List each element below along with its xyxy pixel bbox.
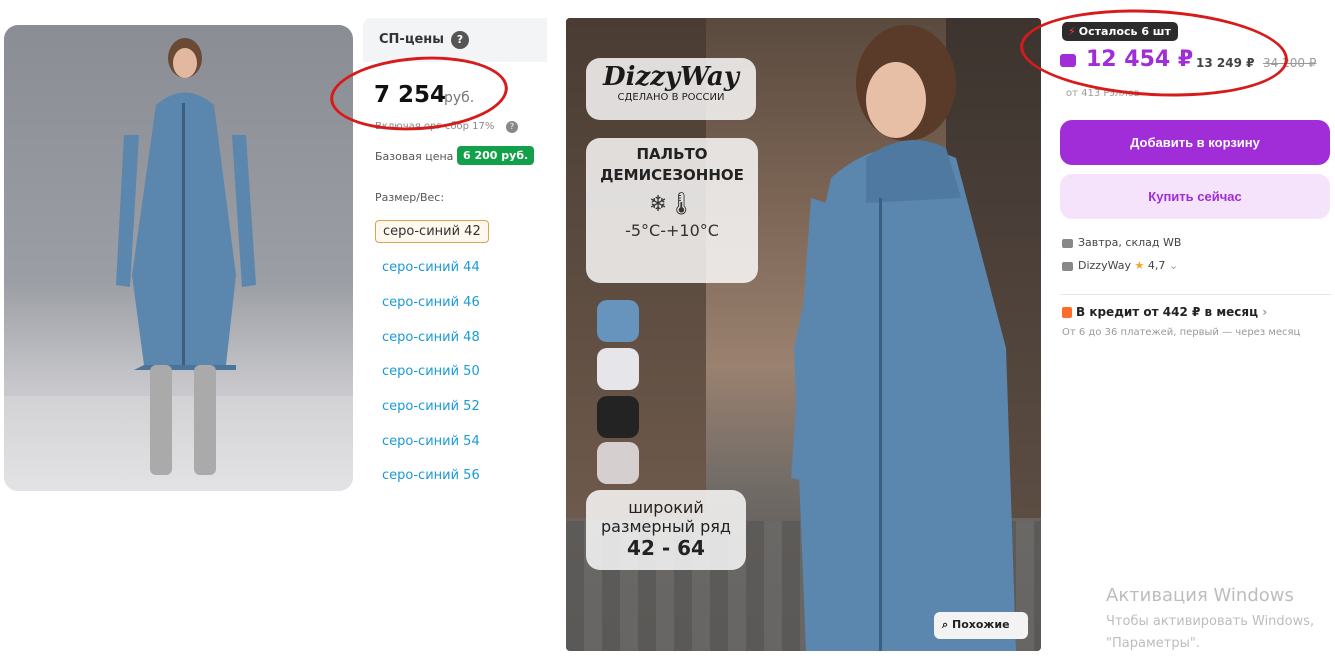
seller-row[interactable]: DizzyWay ★ 4,7 ⌄	[1062, 259, 1178, 272]
delivery-row: Завтра, склад WB	[1062, 236, 1181, 249]
coat-type-line2: ДЕМИСЕЗОННОЕ	[600, 166, 744, 184]
model-figure-left	[116, 38, 256, 475]
size-option[interactable]: серо-синий 56	[375, 465, 487, 486]
size-range: 42 - 64	[627, 536, 705, 560]
made-in-text: СДЕЛАНО В РОССИИ	[617, 92, 725, 103]
size-label: Размер/Вес:	[375, 191, 445, 204]
size-option[interactable]: серо-синий 44	[375, 257, 487, 278]
size-option[interactable]: серо-синий 54	[375, 431, 487, 452]
help-icon[interactable]: ?	[451, 31, 469, 49]
product-main-image[interactable]: DizzyWay СДЕЛАНО В РОССИИ ПАЛЬТО ДЕМИСЕЗ…	[566, 18, 1041, 651]
wide-line2: размерный ряд	[601, 517, 731, 536]
divider	[1060, 294, 1332, 295]
coat-type-line1: ПАЛЬТО	[636, 145, 708, 163]
size-option[interactable]: серо-синий 42	[375, 220, 489, 243]
brand-logo: DizzyWay	[603, 62, 739, 92]
size-option[interactable]: серо-синий 46	[375, 292, 487, 313]
thermometer-icon: ❄🌡	[648, 192, 696, 217]
windows-activation-title: Активация Windows	[1106, 585, 1294, 606]
truck-icon	[1062, 238, 1073, 248]
color-swatch-blue	[597, 300, 639, 342]
color-swatch-black	[597, 396, 639, 438]
credit-icon	[1062, 307, 1072, 318]
chevron-down-icon[interactable]: ⌄	[1169, 259, 1178, 272]
sp-title: СП-цены	[379, 32, 445, 47]
windows-activation-line2: Чтобы активировать Windows,	[1106, 614, 1315, 629]
seller-rating: 4,7	[1147, 259, 1166, 272]
similar-button[interactable]: ⌕ Похожие	[934, 612, 1028, 639]
credit-subtext: От 6 до 36 платежей, первый — через меся…	[1062, 327, 1301, 338]
delivery-text: Завтра, склад WB	[1078, 236, 1182, 249]
size-range-card: широкий размерный ряд 42 - 64	[586, 490, 746, 570]
base-price-label: Базовая цена	[375, 150, 454, 163]
wide-line1: широкий	[628, 498, 704, 517]
shop-icon	[1062, 261, 1073, 271]
product-photo-left[interactable]	[4, 25, 353, 491]
buy-now-button[interactable]: Купить сейчас	[1060, 174, 1330, 219]
star-icon: ★	[1134, 259, 1145, 272]
temperature-range: -5°C-+10°C	[625, 221, 719, 240]
brand-card: DizzyWay СДЕЛАНО В РОССИИ	[586, 58, 756, 120]
fee-info-icon[interactable]: ?	[506, 121, 518, 133]
add-to-cart-button[interactable]: Добавить в корзину	[1060, 120, 1330, 165]
size-option[interactable]: серо-синий 50	[375, 361, 487, 382]
sp-header: СП-цены ?	[363, 18, 547, 62]
color-swatch-beige	[597, 442, 639, 484]
credit-text[interactable]: В кредит от 442 ₽ в месяц	[1076, 305, 1258, 319]
similar-label: Похожие	[952, 618, 1010, 631]
base-price-badge: 6 200 руб.	[457, 146, 535, 165]
windows-activation-line3: "Параметры".	[1106, 636, 1200, 651]
size-option[interactable]: серо-синий 48	[375, 327, 487, 348]
coat-info-card: ПАЛЬТО ДЕМИСЕЗОННОЕ ❄🌡 -5°C-+10°C	[586, 138, 758, 283]
size-option[interactable]: серо-синий 52	[375, 396, 487, 417]
seller-name[interactable]: DizzyWay	[1078, 259, 1131, 272]
credit-offer[interactable]: В кредит от 442 ₽ в месяц ›	[1062, 305, 1267, 319]
chevron-right-icon[interactable]: ›	[1262, 305, 1267, 319]
search-similar-icon: ⌕	[942, 618, 952, 631]
color-swatch-white	[597, 348, 639, 390]
